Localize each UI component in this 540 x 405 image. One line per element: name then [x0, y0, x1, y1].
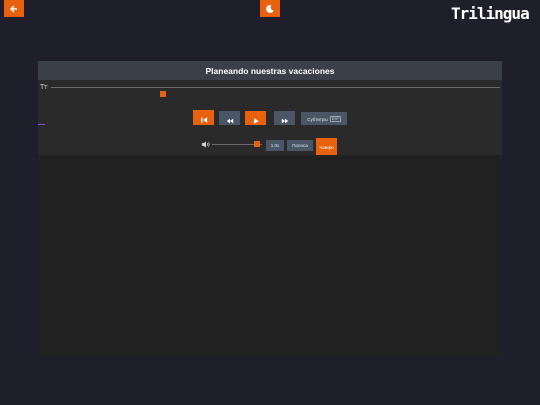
subtitles-label: Субтитры: [307, 116, 328, 122]
rewind-icon: [226, 118, 233, 123]
font-size-icon: Tт: [40, 83, 48, 91]
smooth-button[interactable]: Чанфо: [316, 138, 337, 156]
playback-speed-button[interactable]: 1.0x: [266, 140, 284, 151]
fast-forward-icon: [281, 118, 288, 123]
player-title-bar: Planeando nuestras vacaciones: [38, 61, 502, 80]
play-icon: [253, 117, 259, 124]
playback-speed-label: 1.0x: [270, 143, 280, 148]
video-player: Planeando nuestras vacaciones Tт Субтитр…: [38, 61, 502, 356]
video-title: Planeando nuestras vacaciones: [205, 65, 335, 76]
subtitles-language-badge: ESP: [329, 116, 341, 122]
volume-slider-thumb[interactable]: [254, 141, 260, 147]
stripes-button[interactable]: Полоса: [287, 140, 313, 151]
player-controls: Tт Субтитры ESP: [38, 80, 502, 130]
font-size-slider[interactable]: [51, 87, 500, 97]
arrow-left-icon: [10, 5, 17, 12]
moon-icon: [266, 4, 274, 13]
subtitles-button[interactable]: Субтитры ESP: [301, 112, 347, 126]
back-button[interactable]: [4, 0, 24, 17]
volume-icon[interactable]: [201, 140, 210, 149]
font-size-slider-thumb[interactable]: [160, 91, 166, 97]
smooth-label: Чанфо: [319, 144, 334, 150]
theme-toggle-button[interactable]: [260, 0, 280, 17]
subtitle-content-area: [38, 155, 502, 356]
stripes-label: Полоса: [292, 143, 308, 148]
trilingua-logo[interactable]: Trilingua: [450, 2, 534, 26]
skip-first-icon: [200, 116, 207, 123]
player-bottom-bar: 1.0x Полоса Чанфо: [38, 125, 502, 156]
logo-text: Trilingua: [451, 4, 529, 23]
